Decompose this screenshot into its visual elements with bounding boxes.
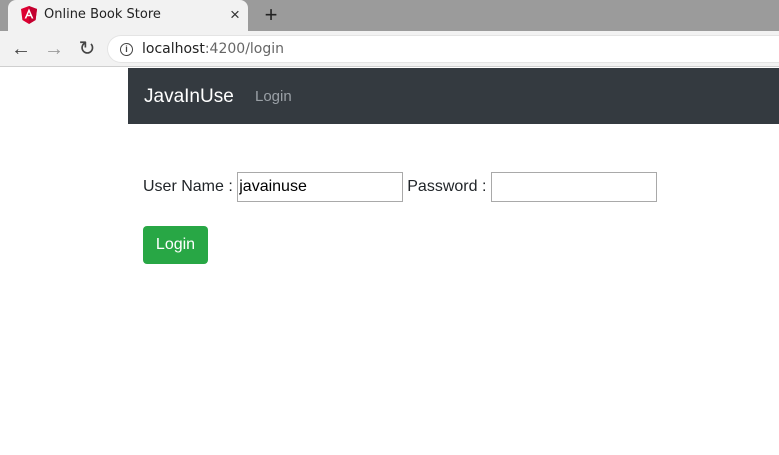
url-path: :4200/login <box>204 41 285 57</box>
navbar-brand[interactable]: JavaInUse <box>144 86 234 108</box>
login-form: User Name : Password : <box>143 172 657 202</box>
url-host: localhost <box>142 41 205 57</box>
app-navbar: JavaInUse Login <box>128 68 779 124</box>
nav-link-login[interactable]: Login <box>255 88 292 105</box>
forward-arrow-icon[interactable]: → <box>42 38 66 60</box>
tab-title: Online Book Store <box>44 7 161 22</box>
url-text[interactable]: localhost:4200/login <box>142 41 284 57</box>
back-arrow-icon[interactable]: ← <box>9 38 33 60</box>
reload-icon[interactable]: ↻ <box>75 38 99 60</box>
username-label: User Name : <box>143 178 238 195</box>
login-button[interactable]: Login <box>143 226 208 264</box>
browser-tab[interactable]: Online Book Store × <box>8 0 248 31</box>
info-icon[interactable]: i <box>120 43 133 56</box>
username-input[interactable] <box>237 172 404 202</box>
password-input[interactable] <box>490 172 657 202</box>
browser-toolbar: ← → ↻ i localhost:4200/login <box>0 31 779 67</box>
angular-logo-icon <box>21 6 37 24</box>
address-bar[interactable]: i localhost:4200/login <box>107 35 779 63</box>
browser-tabstrip: Online Book Store × + <box>0 0 779 31</box>
close-icon[interactable]: × <box>224 4 246 26</box>
password-label: Password : <box>407 178 491 195</box>
new-tab-icon[interactable]: + <box>259 3 283 27</box>
